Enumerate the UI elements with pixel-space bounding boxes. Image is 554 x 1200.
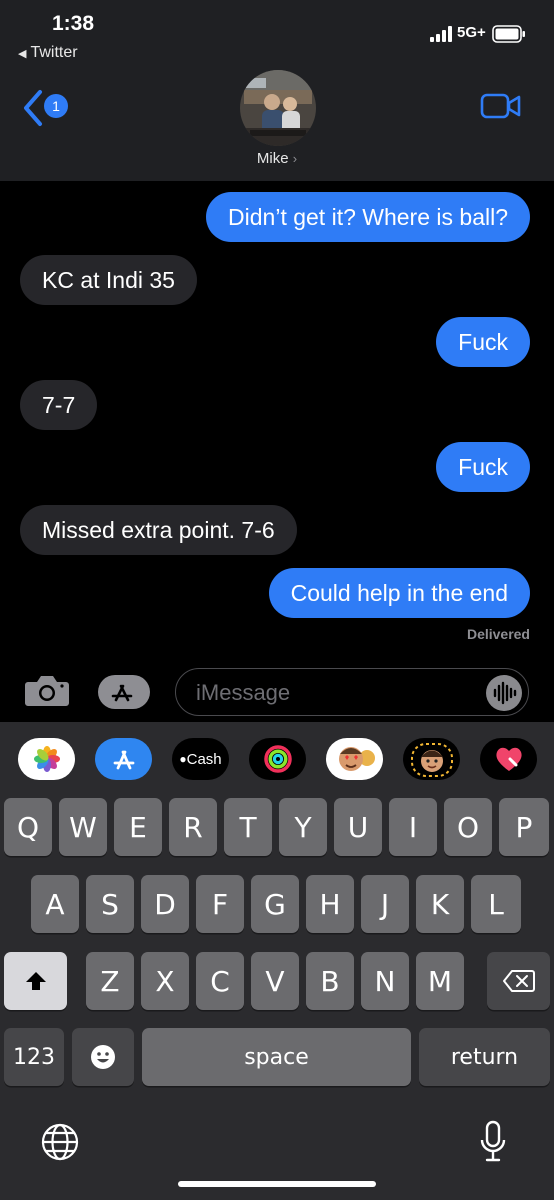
delete-key[interactable] <box>487 952 550 1010</box>
memoji-stickers-icon[interactable] <box>326 738 383 780</box>
photos-app-icon[interactable] <box>18 738 75 780</box>
key-o[interactable]: O <box>444 798 492 856</box>
key-f[interactable]: F <box>196 875 244 933</box>
numbers-key[interactable]: 123 <box>4 1028 64 1086</box>
app-store-icon[interactable] <box>95 738 152 780</box>
activity-icon[interactable] <box>249 738 306 780</box>
key-c[interactable]: C <box>196 952 244 1010</box>
apps-button[interactable] <box>98 675 150 709</box>
key-x[interactable]: X <box>141 952 189 1010</box>
status-time: 1:38 <box>52 12 95 35</box>
key-v[interactable]: V <box>251 952 299 1010</box>
key-h[interactable]: H <box>306 875 354 933</box>
globe-icon[interactable] <box>40 1122 80 1162</box>
home-indicator <box>178 1181 376 1187</box>
key-d[interactable]: D <box>141 875 189 933</box>
memoji-sticker-faces-icon <box>338 747 375 771</box>
key-m[interactable]: M <box>416 952 464 1010</box>
microphone-icon[interactable] <box>478 1120 508 1164</box>
memoji-icon[interactable] <box>403 738 460 780</box>
message-field[interactable] <box>175 668 529 716</box>
key-s[interactable]: S <box>86 875 134 933</box>
message-received[interactable]: KC at Indi 35 <box>20 255 197 305</box>
shift-arrow-icon <box>25 972 46 990</box>
back-triangle-icon: ◀ <box>18 48 27 60</box>
message-received[interactable]: 7-7 <box>20 380 98 430</box>
signal-strength-icon <box>430 26 452 42</box>
facetime-video-icon[interactable] <box>480 92 522 120</box>
key-k[interactable]: K <box>416 875 464 933</box>
app-store-a-icon <box>113 750 134 770</box>
heart-touch-icon <box>495 747 522 771</box>
app-store-icon <box>111 684 133 702</box>
key-r[interactable]: R <box>169 798 217 856</box>
back-to-app-link[interactable]: ◀ Twitter <box>18 44 78 62</box>
key-e[interactable]: E <box>114 798 162 856</box>
battery-icon <box>492 25 525 43</box>
audio-message-button[interactable] <box>486 675 522 711</box>
message-sent[interactable]: Fuck <box>436 442 530 492</box>
apple-cash-label: Cash <box>186 750 222 768</box>
contact-avatar[interactable] <box>240 70 316 146</box>
chevron-right-icon: › <box>292 151 298 166</box>
emoji-face-icon <box>91 1045 115 1069</box>
emoji-key[interactable] <box>72 1028 134 1086</box>
contact-name-button[interactable]: Mike › <box>0 150 554 167</box>
unread-count-badge: 1 <box>44 94 68 118</box>
message-input[interactable] <box>194 679 478 707</box>
key-p[interactable]: P <box>499 798 549 856</box>
key-i[interactable]: I <box>389 798 437 856</box>
digital-touch-icon[interactable] <box>480 738 537 780</box>
message-sent[interactable]: Could help in the end <box>268 568 530 618</box>
backspace-icon <box>502 970 535 992</box>
activity-rings-icon <box>263 745 292 773</box>
key-y[interactable]: Y <box>279 798 327 856</box>
key-q[interactable]: Q <box>4 798 52 856</box>
key-z[interactable]: Z <box>86 952 134 1010</box>
key-l[interactable]: L <box>471 875 521 933</box>
key-t[interactable]: T <box>224 798 272 856</box>
space-key[interactable]: space <box>142 1028 411 1086</box>
apple-cash-icon[interactable]: ● Cash <box>172 738 229 780</box>
message-received[interactable]: Missed extra point. 7-6 <box>20 505 297 555</box>
return-key[interactable]: return <box>419 1028 550 1086</box>
key-n[interactable]: N <box>361 952 409 1010</box>
delivery-status: Delivered <box>466 626 530 642</box>
shift-key[interactable] <box>4 952 67 1010</box>
key-w[interactable]: W <box>59 798 107 856</box>
memoji-face-icon <box>410 743 453 777</box>
key-b[interactable]: B <box>306 952 354 1010</box>
message-sent[interactable]: Fuck <box>436 317 530 367</box>
network-type: 5G+ <box>457 24 486 41</box>
key-u[interactable]: U <box>334 798 382 856</box>
key-a[interactable]: A <box>31 875 79 933</box>
key-g[interactable]: G <box>251 875 299 933</box>
photos-flower-icon <box>33 746 60 772</box>
camera-icon[interactable] <box>24 672 70 708</box>
key-j[interactable]: J <box>361 875 409 933</box>
waveform-icon <box>493 681 517 705</box>
back-app-label: Twitter <box>30 44 78 61</box>
message-sent[interactable]: Didn’t get it? Where is ball? <box>206 192 530 242</box>
contact-name: Mike <box>256 150 289 167</box>
apple-logo-icon: ● <box>179 752 187 766</box>
